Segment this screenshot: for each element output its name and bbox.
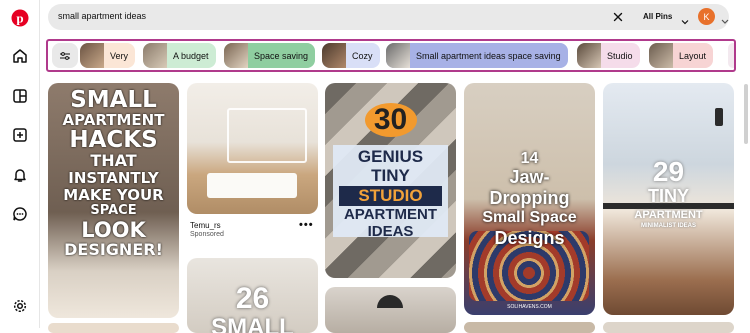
dish-rack-shape (227, 108, 307, 163)
pin-line: STUDIO (358, 186, 423, 205)
chip-thumbnail (649, 43, 673, 68)
settings-gear-icon[interactable] (10, 296, 30, 316)
pin-number: 30 (373, 103, 408, 136)
pin-number: 26 (235, 282, 270, 315)
chip-studio[interactable]: Studio (577, 43, 640, 68)
chip-layout[interactable]: Layout (649, 43, 714, 68)
chip-thumbnail (80, 43, 104, 68)
chip-a-budget[interactable]: A budget (143, 43, 216, 68)
pin-line: APARTMENT (343, 206, 438, 223)
top-bar: small apartment ideas All Pins K (40, 0, 750, 36)
pin-line: SMALL (211, 314, 294, 333)
pin-line: Dropping (489, 188, 570, 208)
chevron-down-icon[interactable] (681, 13, 689, 25)
pin-site: SOLIHAVENS.COM (507, 304, 552, 310)
pin-number: 29 (652, 156, 685, 187)
chip-cozy[interactable]: Cozy (322, 43, 380, 68)
all-pins-filter[interactable]: All Pins (643, 12, 672, 21)
pin-line: TINY (371, 166, 410, 185)
chip-label: Cozy (352, 50, 373, 61)
filters-button[interactable] (52, 43, 78, 68)
chip-small-apartment-ideas-space-saving[interactable]: Small apartment ideas space saving (386, 43, 568, 68)
sliders-icon (60, 51, 70, 60)
pin-line: HACKS (69, 127, 158, 154)
chip-label: Studio (607, 50, 633, 61)
lamp-shape (377, 295, 403, 308)
chip-label: Small apartment ideas space saving (416, 50, 561, 61)
chip-thumbnail (143, 43, 167, 68)
pin-pendant-lamp[interactable] (325, 287, 456, 333)
pin-line: IDEAS (367, 223, 414, 240)
filter-chip-bar: Very A budget Space saving Cozy Small ap… (46, 39, 736, 72)
pin-partial[interactable] (48, 323, 179, 333)
pin-line: SMALL (70, 87, 157, 113)
pin-line: INSTANTLY (68, 168, 159, 187)
pin-line: Designs (494, 228, 565, 248)
pinterest-logo-icon[interactable]: p (10, 8, 30, 28)
pin-line: THAT (90, 151, 137, 171)
pin-kitchen-dish-rack[interactable] (187, 83, 318, 214)
notifications-bell-icon[interactable] (10, 165, 30, 185)
pin-line: Small Space (482, 209, 577, 226)
avatar[interactable]: K (698, 8, 715, 25)
chip-label: Space saving (254, 50, 309, 61)
pin-line: LOOK (81, 218, 146, 243)
sink-shape (207, 173, 297, 198)
chip-thumbnail (224, 43, 248, 68)
pin-line: TINY (647, 186, 689, 206)
chip-space-saving[interactable]: Space saving (224, 43, 316, 68)
pin-line: Jaw- (509, 167, 550, 187)
pin-line: 14 (520, 150, 539, 167)
pin-line: GENIUS (357, 147, 424, 166)
pin-author[interactable]: Temu_rs (190, 221, 221, 230)
chip-partial[interactable] (728, 43, 734, 68)
pin-line: MINIMALIST IDEAS (641, 223, 696, 229)
chip-label: A budget (173, 50, 209, 61)
chip-thumbnail (386, 43, 410, 68)
explore-icon[interactable] (10, 86, 30, 106)
wall-lamp-shape (715, 108, 723, 126)
pin-26-small[interactable]: 26 SMALL (187, 258, 318, 333)
sponsored-label: Sponsored (190, 231, 224, 238)
search-input[interactable]: small apartment ideas All Pins (48, 4, 729, 30)
pin-29-tiny-apartment[interactable]: 29 TINY APARTMENT MINIMALIST IDEAS (603, 83, 734, 315)
chip-label: Layout (679, 50, 707, 61)
pin-title-text: SMALL APARTMENT HACKS THAT INSTANTLY MAK… (48, 83, 179, 259)
pin-line: SPACE (90, 203, 137, 219)
scrollbar-thumb[interactable] (744, 84, 748, 144)
pin-studio-apartment-ideas[interactable]: 30 GENIUS TINY STUDIO APARTMENT IDEAS (325, 83, 456, 278)
more-options-icon[interactable]: ••• (299, 219, 314, 231)
chip-label: Very (110, 50, 129, 61)
pin-line: MAKE YOUR (63, 186, 164, 205)
search-query-text[interactable]: small apartment ideas (58, 11, 146, 21)
pin-line: APARTMENT (634, 209, 703, 221)
sidebar: p (0, 0, 40, 328)
svg-text:p: p (16, 11, 23, 26)
chip-thumbnail (322, 43, 346, 68)
clear-search-icon[interactable] (611, 10, 625, 24)
pin-apartment-hacks[interactable]: SMALL APARTMENT HACKS THAT INSTANTLY MAK… (48, 83, 179, 318)
chip-very[interactable]: Very (80, 43, 136, 68)
home-icon[interactable] (10, 46, 30, 66)
create-icon[interactable] (10, 125, 30, 145)
pin-jaw-dropping-designs[interactable]: 14 Jaw- Dropping Small Space Designs SOL… (464, 83, 595, 315)
pin-line: DESIGNER! (64, 240, 163, 260)
chip-thumbnail (577, 43, 601, 68)
messages-icon[interactable] (10, 204, 30, 224)
account-menu-chevron-icon[interactable] (721, 13, 729, 24)
